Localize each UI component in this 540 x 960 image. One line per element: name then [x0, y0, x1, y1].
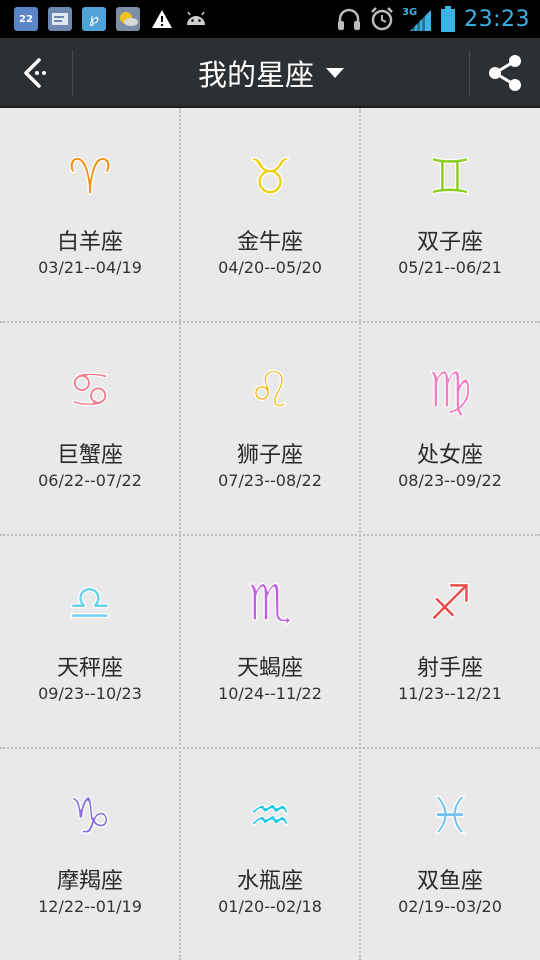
android-icon	[184, 7, 208, 31]
zodiac-cell-cancer[interactable]: ♋ 巨蟹座 06/22--07/22	[0, 321, 180, 534]
warning-icon	[150, 7, 174, 31]
svg-text:♈: ♈	[68, 148, 113, 206]
zodiac-date-range: 09/23--10/23	[38, 684, 142, 703]
title-dropdown[interactable]: 我的星座	[73, 38, 469, 108]
zodiac-name: 狮子座	[236, 443, 303, 468]
weather-icon	[116, 7, 140, 31]
svg-text:♍: ♍	[428, 361, 473, 419]
zodiac-grid: ♈ 白羊座 03/21--04/19 ♉ 金牛座 04/20--05/20 ♊ 双子座 05/2…	[0, 108, 540, 960]
zodiac-cell-libra[interactable]: ♎ 天秤座 09/23--10/23	[0, 534, 180, 747]
zodiac-date-range: 05/21--06/21	[398, 258, 502, 277]
zodiac-name: 水瓶座	[236, 869, 303, 894]
zodiac-cell-sagittarius[interactable]: ♐ 射手座 11/23--12/21	[360, 534, 540, 747]
svg-text:♌: ♌	[248, 361, 293, 419]
svg-text:♑: ♑	[68, 787, 113, 845]
message-icon	[48, 7, 72, 31]
share-icon	[489, 55, 521, 91]
app-icon: ℘	[82, 7, 106, 31]
zodiac-cell-scorpio[interactable]: ♏ 天蝎座 10/24--11/22	[180, 534, 360, 747]
zodiac-date-range: 02/19--03/20	[398, 897, 502, 916]
taurus-icon: ♉	[238, 146, 302, 206]
battery-icon	[441, 6, 456, 32]
svg-text:♋: ♋	[68, 361, 113, 419]
zodiac-name: 射手座	[416, 656, 483, 681]
zodiac-name: 金牛座	[236, 230, 303, 255]
zodiac-date-range: 07/23--08/22	[218, 471, 322, 490]
headphones-icon	[336, 7, 361, 31]
status-bar: 22 ℘ 3G 23:23	[0, 0, 540, 38]
notification-icons: 22 ℘	[14, 7, 208, 31]
status-time: 23:23	[464, 6, 530, 32]
svg-text:♉: ♉	[248, 148, 293, 206]
svg-text:♒: ♒	[248, 787, 293, 845]
capricorn-icon: ♑	[58, 785, 122, 845]
zodiac-date-range: 12/22--01/19	[38, 897, 142, 916]
page-title: 我的星座	[197, 58, 314, 92]
zodiac-date-range: 01/20--02/18	[218, 897, 322, 916]
zodiac-cell-aquarius[interactable]: ♒ 水瓶座 01/20--02/18	[180, 747, 360, 960]
zodiac-date-range: 10/24--11/22	[218, 684, 322, 703]
alarm-icon	[369, 7, 393, 31]
dropdown-triangle-icon	[326, 68, 344, 78]
zodiac-cell-gemini[interactable]: ♊ 双子座 05/21--06/21	[360, 108, 540, 321]
pisces-icon: ♓	[418, 785, 482, 845]
zodiac-name: 天蝎座	[236, 656, 303, 681]
zodiac-date-range: 03/21--04/19	[38, 258, 142, 277]
zodiac-date-range: 04/20--05/20	[218, 258, 322, 277]
gemini-icon: ♊	[418, 146, 482, 206]
aquarius-icon: ♒	[238, 785, 302, 845]
svg-text:♎: ♎	[68, 574, 113, 632]
back-button[interactable]	[0, 38, 72, 108]
sagittarius-icon: ♐	[418, 572, 482, 632]
signal-icon: 3G	[402, 7, 432, 31]
zodiac-cell-virgo[interactable]: ♍ 处女座 08/23--09/22	[360, 321, 540, 534]
zodiac-cell-aries[interactable]: ♈ 白羊座 03/21--04/19	[0, 108, 180, 321]
zodiac-name: 双子座	[416, 230, 483, 255]
zodiac-cell-leo[interactable]: ♌ 狮子座 07/23--08/22	[180, 321, 360, 534]
svg-text:♐: ♐	[428, 574, 473, 632]
cancer-icon: ♋	[58, 359, 122, 419]
network-type-label: 3G	[402, 7, 418, 18]
svg-text:♊: ♊	[428, 148, 473, 206]
zodiac-name: 摩羯座	[56, 869, 123, 894]
system-icons: 3G 23:23	[336, 4, 530, 34]
zodiac-cell-taurus[interactable]: ♉ 金牛座 04/20--05/20	[180, 108, 360, 321]
share-button[interactable]	[470, 38, 540, 108]
zodiac-date-range: 06/22--07/22	[38, 471, 142, 490]
libra-icon: ♎	[58, 572, 122, 632]
back-arrow-icon	[24, 58, 46, 88]
zodiac-name: 天秤座	[56, 656, 123, 681]
zodiac-name: 巨蟹座	[56, 443, 123, 468]
zodiac-cell-pisces[interactable]: ♓ 双鱼座 02/19--03/20	[360, 747, 540, 960]
action-bar: 我的星座	[0, 38, 540, 108]
calendar-icon: 22	[14, 7, 38, 31]
virgo-icon: ♍	[418, 359, 482, 419]
zodiac-name: 处女座	[416, 443, 483, 468]
zodiac-name: 白羊座	[56, 230, 123, 255]
leo-icon: ♌	[238, 359, 302, 419]
svg-text:♏: ♏	[248, 574, 293, 632]
aries-icon: ♈	[58, 146, 122, 206]
svg-text:♓: ♓	[428, 787, 473, 845]
zodiac-date-range: 11/23--12/21	[398, 684, 502, 703]
zodiac-name: 双鱼座	[416, 869, 483, 894]
zodiac-date-range: 08/23--09/22	[398, 471, 502, 490]
scorpio-icon: ♏	[238, 572, 302, 632]
zodiac-cell-capricorn[interactable]: ♑ 摩羯座 12/22--01/19	[0, 747, 180, 960]
